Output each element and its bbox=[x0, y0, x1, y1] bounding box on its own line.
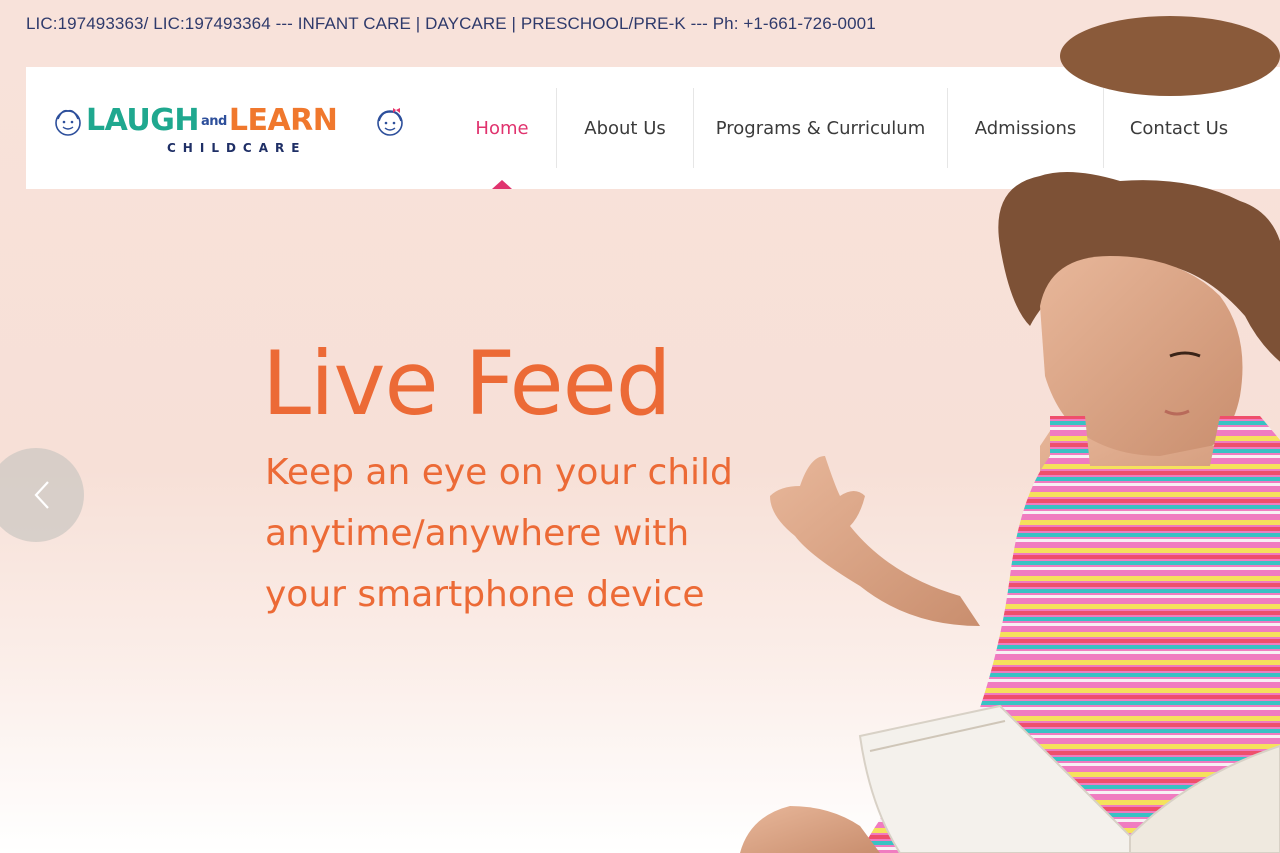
site-logo[interactable]: LAUGH andLEARN CHILDCARE bbox=[52, 101, 412, 157]
logo-wordmark: LAUGH andLEARN bbox=[86, 101, 338, 142]
logo-word-learn: LEARN bbox=[228, 103, 338, 138]
logo-word-and: and bbox=[201, 113, 227, 129]
nav-about-us[interactable]: About Us bbox=[556, 88, 693, 168]
hero-child-image bbox=[740, 16, 1280, 853]
hero-subtitle: Keep an eye on your child anytime/anywhe… bbox=[265, 452, 733, 615]
slider-prev-button[interactable] bbox=[0, 448, 84, 542]
boy-face-icon bbox=[55, 109, 81, 136]
logo-word-laugh: LAUGH bbox=[86, 103, 200, 138]
chevron-left-icon bbox=[34, 481, 49, 509]
hero-title: Live Feed bbox=[262, 332, 672, 435]
active-nav-indicator bbox=[492, 180, 512, 189]
logo-subtitle: CHILDCARE bbox=[167, 141, 307, 155]
nav-home[interactable]: Home bbox=[448, 88, 556, 168]
girl-face-icon bbox=[377, 108, 403, 136]
